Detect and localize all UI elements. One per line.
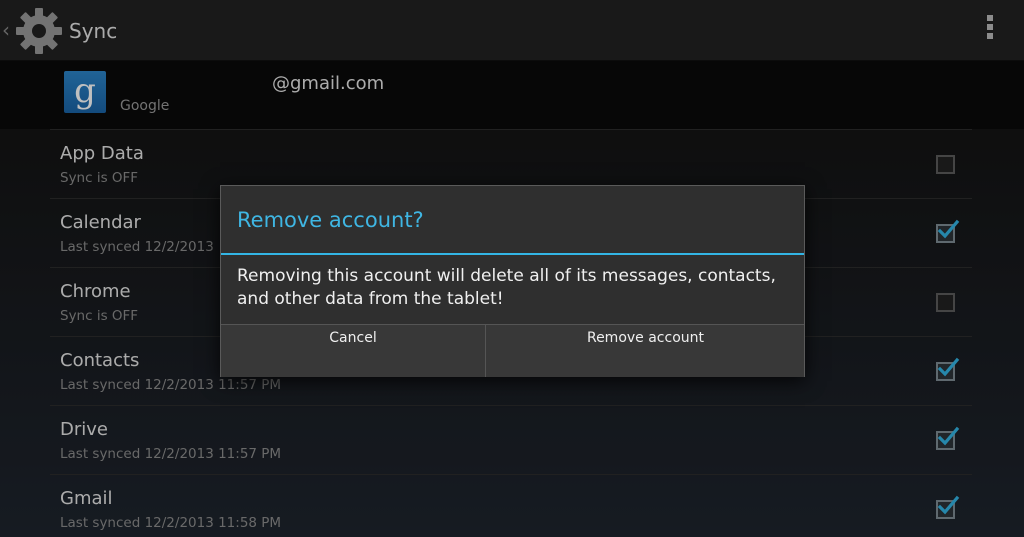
sync-settings-screen: ‹ Sync g Google @gmail.com App Data Sync… <box>0 0 1024 537</box>
dialog-title-divider <box>221 253 804 255</box>
dialog-button-bar: Cancel Remove account <box>221 324 804 377</box>
remove-account-dialog: Remove account? Removing this account wi… <box>220 185 805 377</box>
remove-account-button[interactable]: Remove account <box>485 325 805 377</box>
cancel-button[interactable]: Cancel <box>221 325 485 377</box>
dialog-title: Remove account? <box>237 208 424 232</box>
dialog-message: Removing this account will delete all of… <box>237 266 776 309</box>
